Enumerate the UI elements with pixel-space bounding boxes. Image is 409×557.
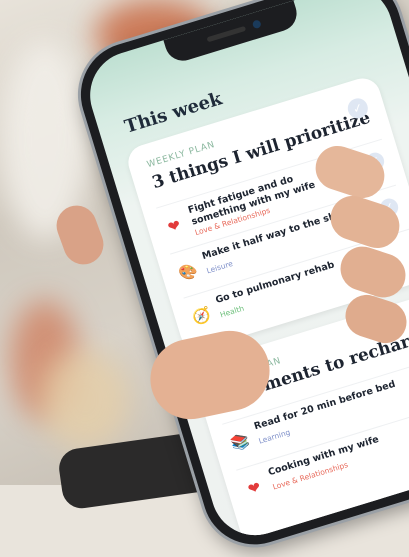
heart-icon: ❤ — [245, 477, 263, 499]
item-category: Health — [218, 303, 246, 320]
heart-icon: ❤ — [165, 215, 183, 237]
books-icon: 📚 — [228, 430, 252, 454]
background-blur-shape — [40, 350, 130, 450]
item-category: Leisure — [205, 258, 234, 276]
stamp-icon: 🧭 — [190, 304, 214, 328]
palette-icon: 🎨 — [176, 260, 200, 284]
